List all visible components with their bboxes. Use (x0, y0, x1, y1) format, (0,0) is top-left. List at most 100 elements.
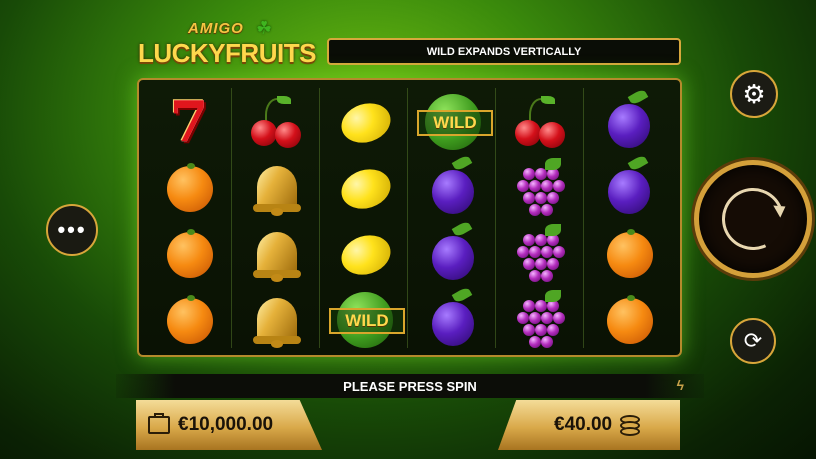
reel-2 (231, 88, 321, 348)
cherry-symbol (247, 92, 307, 152)
lemon-symbol (335, 224, 396, 284)
coins-icon (620, 415, 641, 436)
logo-amigo-text: AMIGO (188, 20, 244, 37)
wallet-icon (148, 413, 170, 434)
grape-shape (541, 204, 553, 216)
plum-symbol (599, 154, 659, 218)
reel-cell: WILD (321, 288, 409, 352)
grape-shape (529, 246, 541, 258)
bell-shape (253, 298, 301, 344)
wild-label: WILD (329, 308, 405, 334)
grape-shape (547, 258, 559, 270)
gear-icon: ⚙ (742, 78, 766, 109)
clover-icon: ☘ (256, 18, 273, 38)
lemon-symbol (335, 158, 396, 218)
bet-selector[interactable]: €40.00 (498, 400, 680, 450)
cherry-shape (251, 120, 277, 146)
reel-cell (145, 156, 233, 220)
seven-symbol: 7 (169, 89, 209, 155)
menu-button[interactable]: ••• (46, 204, 98, 256)
reel-cell (585, 288, 673, 352)
orange-shape (167, 229, 213, 278)
bell-symbol (247, 158, 307, 218)
lemon-shape (336, 97, 396, 149)
reel-cell (497, 288, 585, 352)
reel-cell (233, 156, 321, 220)
bell-symbol (247, 290, 307, 350)
plum-symbol (423, 220, 483, 284)
leaf-shape (545, 290, 561, 302)
grape-shape (529, 336, 541, 348)
plum-symbol (423, 154, 483, 218)
reel-cell (497, 90, 585, 154)
reel-3: WILD (319, 88, 409, 348)
plum-shape (432, 302, 474, 346)
grape-shape (523, 258, 535, 270)
grape-shape (553, 312, 565, 324)
orange-symbol (159, 224, 219, 284)
reel-cell (497, 156, 585, 220)
orange-symbol (159, 290, 219, 350)
leaf-shape (277, 96, 291, 104)
reel-cell: 7 (145, 90, 233, 154)
autoplay-button[interactable]: ⟳ (730, 318, 776, 364)
plum-symbol (599, 88, 659, 152)
logo-title-text: LUCKYFRUITS (138, 38, 316, 68)
spin-arrow-icon (713, 179, 793, 259)
cherry-symbol (511, 92, 571, 152)
grape-shape (535, 192, 547, 204)
grapes-symbol (511, 224, 571, 284)
reel-cell (409, 286, 497, 352)
reel-1: 7 (145, 88, 233, 348)
reel-cell: WILD (409, 90, 497, 154)
grape-shape (523, 324, 535, 336)
cherry-shape (275, 122, 301, 148)
orange-symbol (159, 158, 219, 218)
orange-shape (607, 295, 653, 344)
reel-6 (583, 88, 673, 348)
grape-shape (541, 312, 553, 324)
grape-shape (523, 234, 535, 246)
wild-label: WILD (417, 110, 493, 136)
lightning-icon[interactable]: ϟ (677, 377, 684, 393)
bell-symbol (247, 224, 307, 284)
grape-shape (541, 336, 553, 348)
grape-shape (541, 246, 553, 258)
plum-shape (608, 170, 650, 214)
grape-shape (553, 180, 565, 192)
leaf-shape (541, 96, 555, 104)
settings-button[interactable]: ⚙ (730, 70, 778, 118)
reel-5 (495, 88, 585, 348)
plum-shape (608, 104, 650, 148)
bell-shape (253, 166, 301, 212)
grape-shape (529, 180, 541, 192)
bet-value: €40.00 (554, 414, 613, 435)
grape-shape (517, 246, 529, 258)
lemon-symbol (335, 92, 396, 152)
reel-cell (321, 222, 409, 286)
reel-cell (585, 154, 673, 220)
grapes-symbol (511, 290, 571, 350)
grape-shape (529, 270, 541, 282)
grape-shape (547, 324, 559, 336)
cherry-shape (539, 122, 565, 148)
grape-shape (529, 204, 541, 216)
spin-button[interactable] (694, 160, 812, 278)
reel-cell (233, 288, 321, 352)
cherry-shape (515, 120, 541, 146)
reel-cell (321, 156, 409, 220)
bell-clapper (271, 340, 283, 348)
plum-symbol (423, 286, 483, 350)
balance-display: €10,000.00 (136, 400, 322, 450)
leaf-shape (545, 224, 561, 236)
wild-symbol: WILD (329, 290, 405, 350)
status-message: PLEASE PRESS SPIN (343, 378, 477, 394)
wild-symbol: WILD (417, 92, 493, 152)
reel-cell (233, 222, 321, 286)
autoplay-icon: ⟳ (743, 328, 763, 353)
grape-shape (523, 192, 535, 204)
status-message-bar: PLEASE PRESS SPIN ϟ (116, 374, 704, 398)
game-logo: AMIGO ☘ LUCKYFRUITS (138, 18, 324, 70)
reel-cell (145, 288, 233, 352)
reel-cell (497, 222, 585, 286)
